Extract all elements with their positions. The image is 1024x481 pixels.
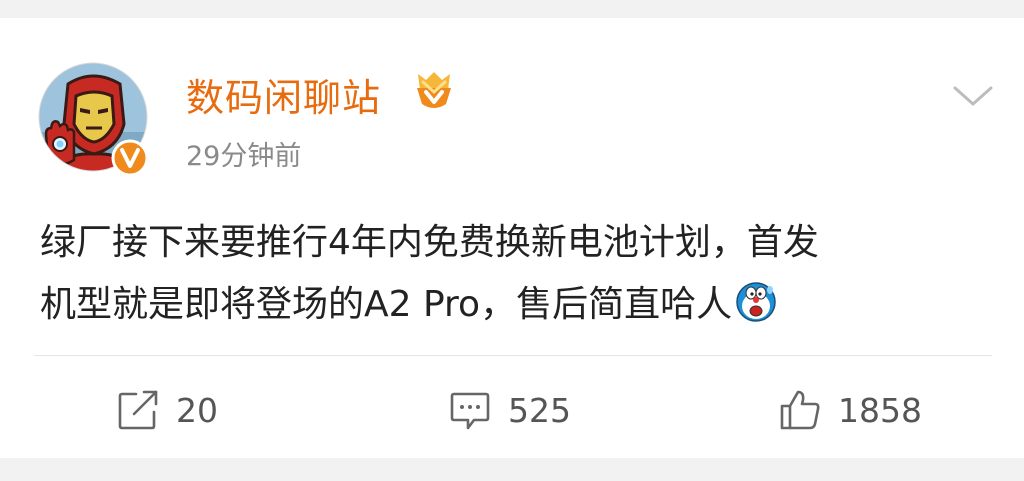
post-content-line: 机型就是即将登场的A2 Pro，售后简直哈人 xyxy=(40,274,1000,336)
post-card: 数码闲聊站 29分钟前 绿厂接下来要推行4年内免费换新电池计划，首发 机型就是即… xyxy=(0,18,1024,458)
comment-icon xyxy=(448,388,492,432)
author-avatar[interactable] xyxy=(38,62,152,177)
repost-count: 20 xyxy=(176,390,218,430)
like-button[interactable]: 1858 xyxy=(778,388,922,432)
repost-icon xyxy=(116,388,160,432)
author-name[interactable]: 数码闲聊站 xyxy=(186,76,381,120)
thumbs-up-icon xyxy=(778,388,822,432)
doraemon-emoji-icon xyxy=(734,280,778,324)
post-content-line: 绿厂接下来要推行4年内免费换新电池计划，首发 xyxy=(40,222,819,263)
post-content-text: 机型就是即将登场的A2 Pro，售后简直哈人 xyxy=(40,284,733,325)
like-count: 1858 xyxy=(838,390,922,430)
member-level-badge-icon[interactable] xyxy=(414,70,454,112)
chevron-down-icon[interactable] xyxy=(952,80,994,110)
comment-button[interactable]: 525 xyxy=(448,388,571,432)
divider xyxy=(34,355,992,356)
post-time: 29分钟前 xyxy=(186,141,302,172)
repost-button[interactable]: 20 xyxy=(116,388,218,432)
verified-badge-icon xyxy=(111,139,149,177)
comment-count: 525 xyxy=(508,390,571,430)
post-content: 绿厂接下来要推行4年内免费换新电池计划，首发 机型就是即将登场的A2 Pro，售… xyxy=(40,212,1000,336)
